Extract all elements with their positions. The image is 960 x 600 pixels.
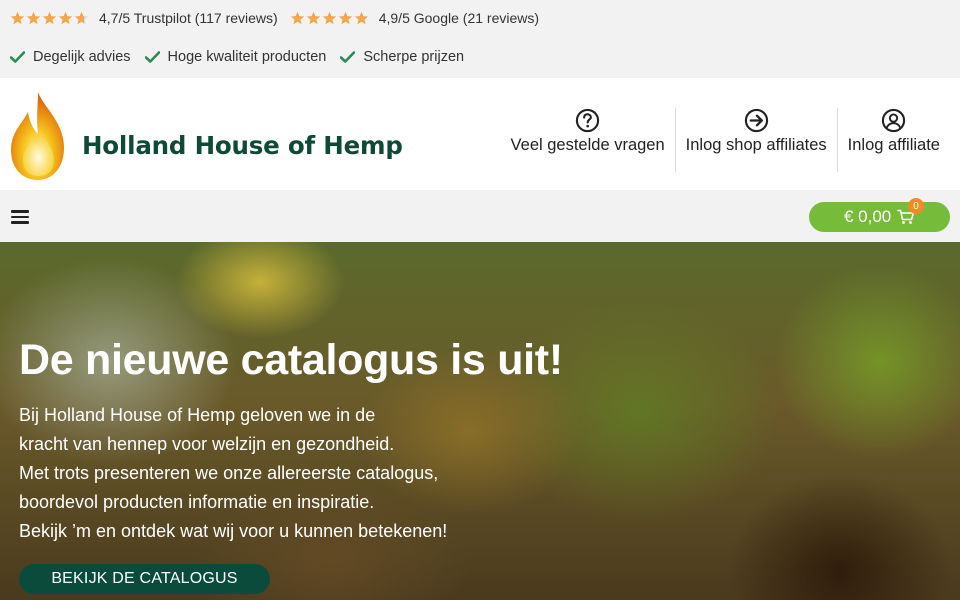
check-icon [10, 51, 25, 63]
nav-faq[interactable]: Veel gestelde vragen [501, 108, 675, 172]
star-icon [74, 11, 89, 24]
cart-total: € 0,00 [844, 207, 892, 226]
brand-name[interactable]: Holland House of Hemp [82, 131, 403, 160]
star-icon [338, 11, 352, 24]
usp-item: Hoge kwaliteit producten [144, 49, 327, 65]
view-catalog-button[interactable]: BEKIJK DE CATALOGUS [19, 564, 270, 594]
star-icon [26, 11, 41, 24]
star-icon [10, 11, 25, 24]
usp-label: Hoge kwaliteit producten [167, 49, 327, 65]
hero-banner: De nieuwe catalogus is uit! Bij Holland … [0, 242, 960, 600]
usp-row: Degelijk advies Hoge kwaliteit producten… [10, 47, 478, 67]
trustpilot-rating-text[interactable]: 4,7/5 Trustpilot (117 reviews) [99, 10, 278, 26]
nav-shop-affiliates[interactable]: Inlog shop affiliates [676, 108, 837, 172]
star-icon [290, 11, 304, 24]
nav-shop-affiliates-label: Inlog shop affiliates [685, 136, 827, 154]
header-nav: Veel gestelde vragen Inlog shop affiliat… [501, 108, 950, 172]
user-circle-icon [882, 108, 906, 133]
google-stars [290, 11, 369, 26]
usp-label: Degelijk advies [33, 49, 131, 65]
hero-title: De nieuwe catalogus is uit! [19, 336, 563, 384]
flame-logo-icon[interactable] [8, 90, 68, 182]
hero-text-line: Bekijk ’m en ontdek wat wij voor u kunne… [19, 521, 448, 541]
cart-count-badge: 0 [908, 198, 924, 214]
nav-faq-label: Veel gestelde vragen [510, 136, 665, 154]
usp-item: Degelijk advies [10, 49, 131, 65]
star-icon [306, 11, 320, 24]
menu-bar: € 0,00 0 [0, 190, 960, 242]
usp-label: Scherpe prijzen [363, 49, 465, 65]
hero-text-line: Met trots presenteren we onze allereerst… [19, 463, 439, 483]
hamburger-menu-icon[interactable] [11, 210, 29, 224]
hero-text: Bij Holland House of Hemp geloven we in … [19, 401, 447, 546]
top-bar: 4,7/5 Trustpilot (117 reviews) 4,9/5 Goo… [0, 0, 960, 78]
question-circle-icon [575, 108, 600, 133]
cart-button[interactable]: € 0,00 0 [809, 198, 950, 232]
google-rating-text[interactable]: 4,9/5 Google (21 reviews) [379, 10, 539, 26]
usp-item: Scherpe prijzen [340, 49, 464, 65]
star-icon [42, 11, 57, 24]
trustpilot-stars [10, 11, 89, 26]
nav-affiliate-login[interactable]: Inlog affiliate [838, 108, 950, 172]
site-header: Holland House of Hemp Veel gestelde vrag… [0, 78, 960, 190]
check-icon [340, 51, 356, 63]
star-icon [58, 11, 73, 24]
hero-text-line: boordevol producten informatie en inspir… [19, 492, 375, 512]
hero-text-line: Bij Holland House of Hemp geloven we in … [19, 405, 376, 425]
nav-affiliate-login-label: Inlog affiliate [847, 136, 940, 154]
arrow-circle-right-icon [744, 108, 768, 133]
star-icon [354, 11, 368, 24]
check-icon [144, 51, 160, 63]
hero-text-line: kracht van hennep voor welzijn en gezond… [19, 434, 395, 454]
ratings-row: 4,7/5 Trustpilot (117 reviews) 4,9/5 Goo… [10, 9, 551, 27]
star-icon [322, 11, 336, 24]
